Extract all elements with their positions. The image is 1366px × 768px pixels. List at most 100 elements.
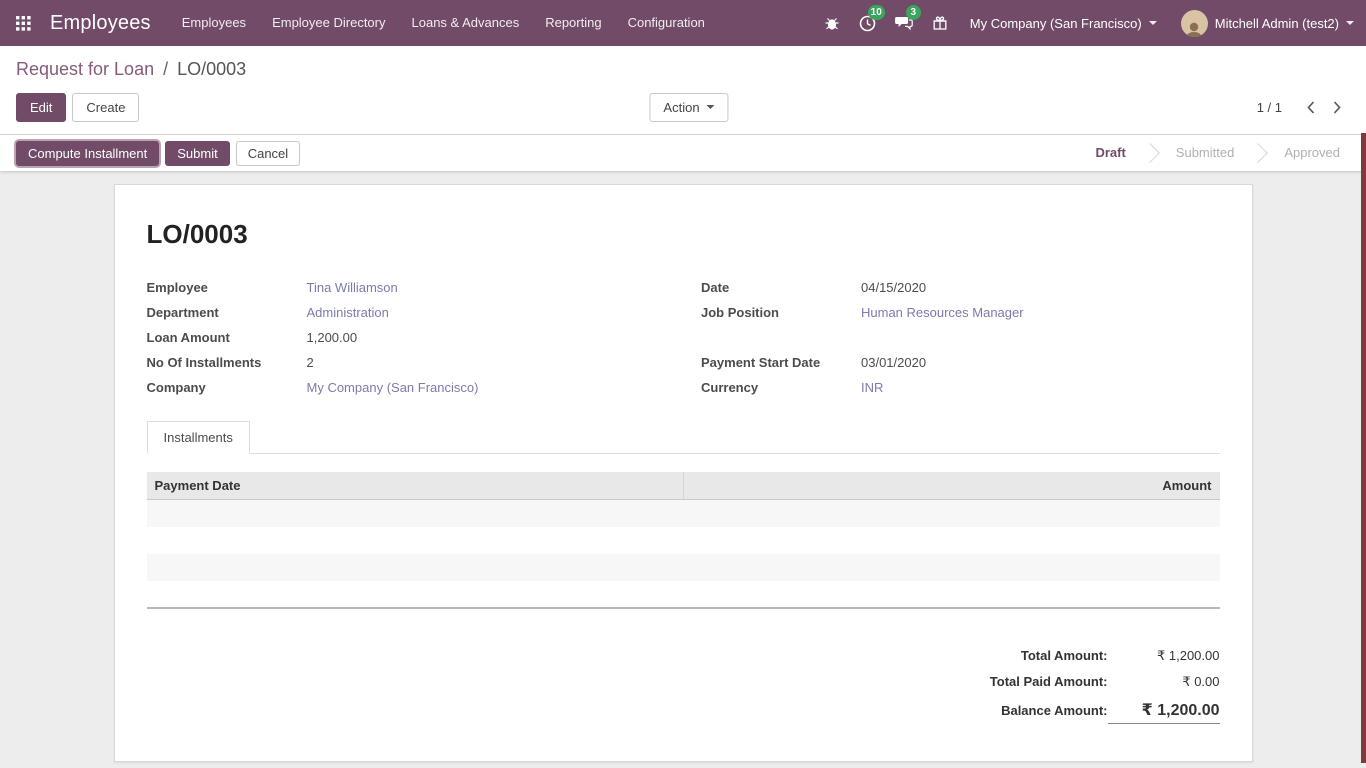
edit-button[interactable]: Edit bbox=[16, 93, 66, 122]
column-header-payment-date[interactable]: Payment Date bbox=[147, 472, 684, 500]
table-header-row: Payment Date Amount bbox=[147, 472, 1220, 500]
company-switcher[interactable]: My Company (San Francisco) bbox=[958, 0, 1169, 46]
field-group-left: Employee Tina Williamson Department Admi… bbox=[147, 278, 666, 397]
pager: 1 / 1 bbox=[1257, 100, 1350, 115]
form-view-container: LO/0003 Employee Tina Williamson Departm… bbox=[0, 171, 1366, 768]
control-panel: Request for Loan / LO/0003 Edit Create A… bbox=[0, 46, 1366, 135]
breadcrumb-separator: / bbox=[159, 59, 172, 79]
statusbar-buttons: Compute Installment Submit Cancel bbox=[16, 141, 300, 166]
control-panel-buttons: Edit Create Action 1 / 1 bbox=[16, 92, 1350, 122]
balance-amount-value: ₹ 1,200.00 bbox=[1108, 700, 1220, 724]
total-paid-amount-row: Total Paid Amount: ₹ 0.00 bbox=[880, 669, 1220, 695]
table-empty-row bbox=[147, 500, 1220, 527]
field-value-employee[interactable]: Tina Williamson bbox=[307, 278, 666, 297]
user-menu[interactable]: Mitchell Admin (test2) bbox=[1169, 0, 1366, 46]
top-navbar: Employees Employees Employee Directory L… bbox=[0, 0, 1366, 46]
total-paid-amount-value: ₹ 0.00 bbox=[1108, 674, 1220, 690]
submit-button[interactable]: Submit bbox=[165, 141, 229, 166]
avatar bbox=[1181, 10, 1208, 37]
cancel-button[interactable]: Cancel bbox=[236, 141, 300, 166]
total-amount-label: Total Amount: bbox=[1021, 648, 1108, 663]
breadcrumb-parent-link[interactable]: Request for Loan bbox=[16, 59, 154, 79]
field-label-job-position: Job Position bbox=[701, 303, 861, 322]
status-step-submitted[interactable]: Submitted bbox=[1160, 135, 1251, 171]
field-label-date: Date bbox=[701, 278, 861, 297]
field-spacer bbox=[701, 328, 861, 347]
bug-icon bbox=[824, 15, 840, 31]
status-steps: Draft Submitted Approved bbox=[1079, 135, 1366, 171]
message-count-badge: 3 bbox=[906, 5, 921, 20]
field-group-right: Date 04/15/2020 Job Position Human Resou… bbox=[701, 278, 1220, 397]
menu-reporting[interactable]: Reporting bbox=[532, 0, 614, 46]
main-menu: Employees Employee Directory Loans & Adv… bbox=[169, 0, 718, 46]
menu-employees[interactable]: Employees bbox=[169, 0, 259, 46]
user-menu-label: Mitchell Admin (test2) bbox=[1215, 16, 1339, 31]
activity-count-badge: 10 bbox=[868, 5, 885, 20]
person-silhouette-icon bbox=[1184, 21, 1204, 37]
messages-button[interactable]: 3 bbox=[886, 0, 922, 46]
chevron-right-icon bbox=[1333, 101, 1341, 114]
breadcrumb: Request for Loan / LO/0003 bbox=[16, 59, 1350, 80]
field-label-loan-amount: Loan Amount bbox=[147, 328, 307, 347]
chevron-down-icon bbox=[1346, 21, 1354, 25]
gift-icon bbox=[932, 15, 948, 31]
field-value-department[interactable]: Administration bbox=[307, 303, 666, 322]
field-label-company: Company bbox=[147, 378, 307, 397]
chevron-down-icon bbox=[707, 105, 715, 109]
field-value-loan-amount: 1,200.00 bbox=[307, 328, 666, 347]
field-value-company[interactable]: My Company (San Francisco) bbox=[307, 378, 666, 397]
table-empty-row bbox=[147, 581, 1220, 608]
table-empty-row bbox=[147, 527, 1220, 554]
field-label-employee: Employee bbox=[147, 278, 307, 297]
total-amount-row: Total Amount: ₹ 1,200.00 bbox=[880, 643, 1220, 669]
create-button[interactable]: Create bbox=[72, 93, 139, 122]
status-step-approved[interactable]: Approved bbox=[1268, 135, 1356, 171]
pager-counter: 1 / 1 bbox=[1257, 100, 1282, 115]
chevron-left-icon bbox=[1307, 101, 1315, 114]
column-header-amount[interactable]: Amount bbox=[683, 472, 1220, 500]
field-label-currency: Currency bbox=[701, 378, 861, 397]
grid-icon bbox=[16, 16, 31, 31]
notebook-tabs: Installments bbox=[147, 421, 1220, 454]
field-value-payment-start-date: 03/01/2020 bbox=[861, 353, 1220, 372]
menu-employee-directory[interactable]: Employee Directory bbox=[259, 0, 398, 46]
menu-loans-advances[interactable]: Loans & Advances bbox=[399, 0, 533, 46]
balance-amount-label: Balance Amount: bbox=[1001, 703, 1107, 718]
field-label-no-of-installments: No Of Installments bbox=[147, 353, 307, 372]
debug-bug-icon[interactable] bbox=[814, 0, 850, 46]
field-value-date: 04/15/2020 bbox=[861, 278, 1220, 297]
pager-next-button[interactable] bbox=[1324, 101, 1350, 114]
field-value-job-position[interactable]: Human Resources Manager bbox=[861, 303, 1220, 322]
installments-table: Payment Date Amount bbox=[147, 472, 1220, 609]
table-empty-row bbox=[147, 554, 1220, 581]
breadcrumb-current: LO/0003 bbox=[177, 59, 246, 79]
field-label-payment-start-date: Payment Start Date bbox=[701, 353, 861, 372]
totals-footer: Total Amount: ₹ 1,200.00 Total Paid Amou… bbox=[880, 643, 1220, 729]
company-switcher-label: My Company (San Francisco) bbox=[970, 16, 1142, 31]
app-name[interactable]: Employees bbox=[42, 12, 169, 35]
apps-grid-icon[interactable] bbox=[4, 0, 42, 46]
activities-clock-button[interactable]: 10 bbox=[850, 0, 886, 46]
form-sheet: LO/0003 Employee Tina Williamson Departm… bbox=[114, 184, 1253, 762]
menu-configuration[interactable]: Configuration bbox=[615, 0, 718, 46]
total-amount-value: ₹ 1,200.00 bbox=[1108, 648, 1220, 664]
pager-previous-button[interactable] bbox=[1298, 101, 1324, 114]
field-value-currency[interactable]: INR bbox=[861, 378, 1220, 397]
form-statusbar: Compute Installment Submit Cancel Draft … bbox=[0, 135, 1366, 171]
scrollbar[interactable] bbox=[1361, 133, 1366, 763]
field-label-department: Department bbox=[147, 303, 307, 322]
compute-installment-button[interactable]: Compute Installment bbox=[16, 141, 159, 166]
action-dropdown-button[interactable]: Action bbox=[649, 93, 728, 122]
gift-icon-button[interactable] bbox=[922, 0, 958, 46]
status-arrow-separator bbox=[1142, 138, 1160, 168]
navbar-right: 10 3 My Company (San Francisco) bbox=[814, 0, 1366, 46]
field-groups: Employee Tina Williamson Department Admi… bbox=[147, 278, 1220, 397]
status-step-draft[interactable]: Draft bbox=[1079, 135, 1141, 171]
record-title: LO/0003 bbox=[147, 219, 1220, 250]
field-value-no-of-installments: 2 bbox=[307, 353, 666, 372]
action-dropdown-label: Action bbox=[663, 100, 699, 115]
total-paid-amount-label: Total Paid Amount: bbox=[990, 674, 1108, 689]
balance-amount-row: Balance Amount: ₹ 1,200.00 bbox=[880, 695, 1220, 729]
field-spacer bbox=[861, 328, 1220, 347]
tab-installments[interactable]: Installments bbox=[147, 421, 250, 454]
